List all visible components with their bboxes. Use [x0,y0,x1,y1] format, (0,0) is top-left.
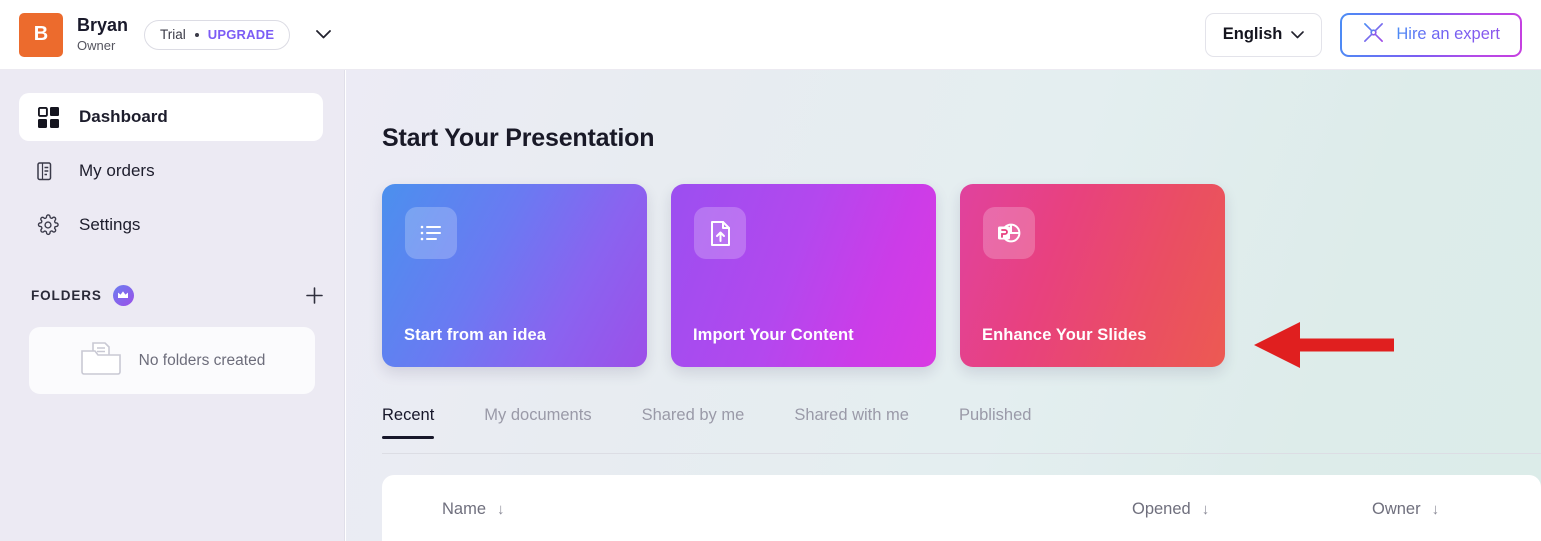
page-title: Start Your Presentation [382,124,655,152]
left-arrow-annotation [1254,322,1394,373]
column-header-name[interactable]: Name ↓ [442,500,1132,519]
chevron-down-icon[interactable] [312,24,334,46]
user-name: Bryan [77,14,129,35]
bullet-list-icon [405,207,457,259]
plan-label: Trial [160,27,186,42]
empty-folders-text: No folders created [138,351,266,369]
add-folder-button[interactable] [303,284,325,306]
hire-an-expert-label: Hire an expert [1396,25,1500,43]
crown-badge-icon[interactable] [112,284,134,306]
user-role: Owner [77,37,116,53]
document-tabs: Recent My documents Shared by me Shared … [382,406,1541,439]
header-actions: English Hire an expert [1204,12,1541,57]
tabs-divider [382,453,1541,454]
tab-label: Recent [382,406,435,424]
language-selector[interactable]: English [1204,12,1323,57]
powerpoint-file-icon [983,207,1035,259]
plan-badge[interactable]: Trial UPGRADE [144,19,291,50]
sort-descending-icon[interactable]: ↓ [1202,502,1210,517]
folders-section-header: FOLDERS [31,282,325,308]
crossed-tools-icon [1362,21,1385,49]
card-enhance-your-slides[interactable]: Enhance Your Slides [960,184,1225,367]
gear-icon [35,212,61,238]
folders-title: FOLDERS [31,287,102,303]
sort-descending-icon[interactable]: ↓ [497,502,505,517]
tab-published[interactable]: Published [934,406,1056,439]
card-start-from-an-idea[interactable]: Start from an idea [382,184,647,367]
user-identity: Bryan Owner [77,15,128,55]
tab-my-documents[interactable]: My documents [459,406,616,439]
document-upload-icon [694,207,746,259]
tab-label: Published [958,406,1032,424]
documents-icon [35,158,61,184]
card-import-your-content[interactable]: Import Your Content [671,184,936,367]
sidebar-item-label: My orders [79,161,155,180]
grid-dashboard-icon [35,104,61,130]
sort-descending-icon[interactable]: ↓ [1432,502,1440,517]
chevron-down-icon [1291,26,1305,44]
column-label: Owner [1372,499,1421,518]
documents-table: Name ↓ Opened ↓ Owner ↓ [382,475,1541,541]
column-label: Opened [1132,499,1191,518]
language-label: English [1222,25,1283,43]
column-label: Name [442,499,487,518]
card-title: Import Your Content [693,326,854,344]
sidebar-item-settings[interactable]: Settings [19,201,323,249]
avatar: B [19,12,63,57]
account-block[interactable]: B Bryan Owner Trial UPGRADE [0,12,334,57]
upgrade-link[interactable]: UPGRADE [208,27,274,42]
top-header: B Bryan Owner Trial UPGRADE English Hire… [0,0,1541,70]
tab-label: My documents [484,406,592,424]
empty-folders-state: No folders created [29,327,315,394]
sidebar: Dashboard My orders Settings FOLDERS No … [0,70,345,541]
separator-dot [194,32,199,37]
sidebar-item-dashboard[interactable]: Dashboard [19,93,323,141]
table-header-row: Name ↓ Opened ↓ Owner ↓ [382,475,1541,541]
card-title: Enhance Your Slides [982,326,1147,344]
sidebar-item-label: Settings [79,215,141,234]
column-header-owner[interactable]: Owner ↓ [1372,500,1532,519]
tab-shared-by-me[interactable]: Shared by me [617,406,770,439]
empty-folder-icon [79,340,123,381]
hire-an-expert-button[interactable]: Hire an expert [1340,13,1522,57]
sidebar-item-my-orders[interactable]: My orders [19,147,323,195]
sidebar-item-label: Dashboard [79,107,168,126]
tab-label: Shared with me [794,406,909,424]
tab-shared-with-me[interactable]: Shared with me [769,406,934,439]
main-content: Start Your Presentation Start from an id… [346,70,1541,541]
card-title: Start from an idea [404,326,547,344]
tab-label: Shared by me [641,406,745,424]
tab-recent[interactable]: Recent [382,406,459,439]
column-header-opened[interactable]: Opened ↓ [1132,500,1372,519]
